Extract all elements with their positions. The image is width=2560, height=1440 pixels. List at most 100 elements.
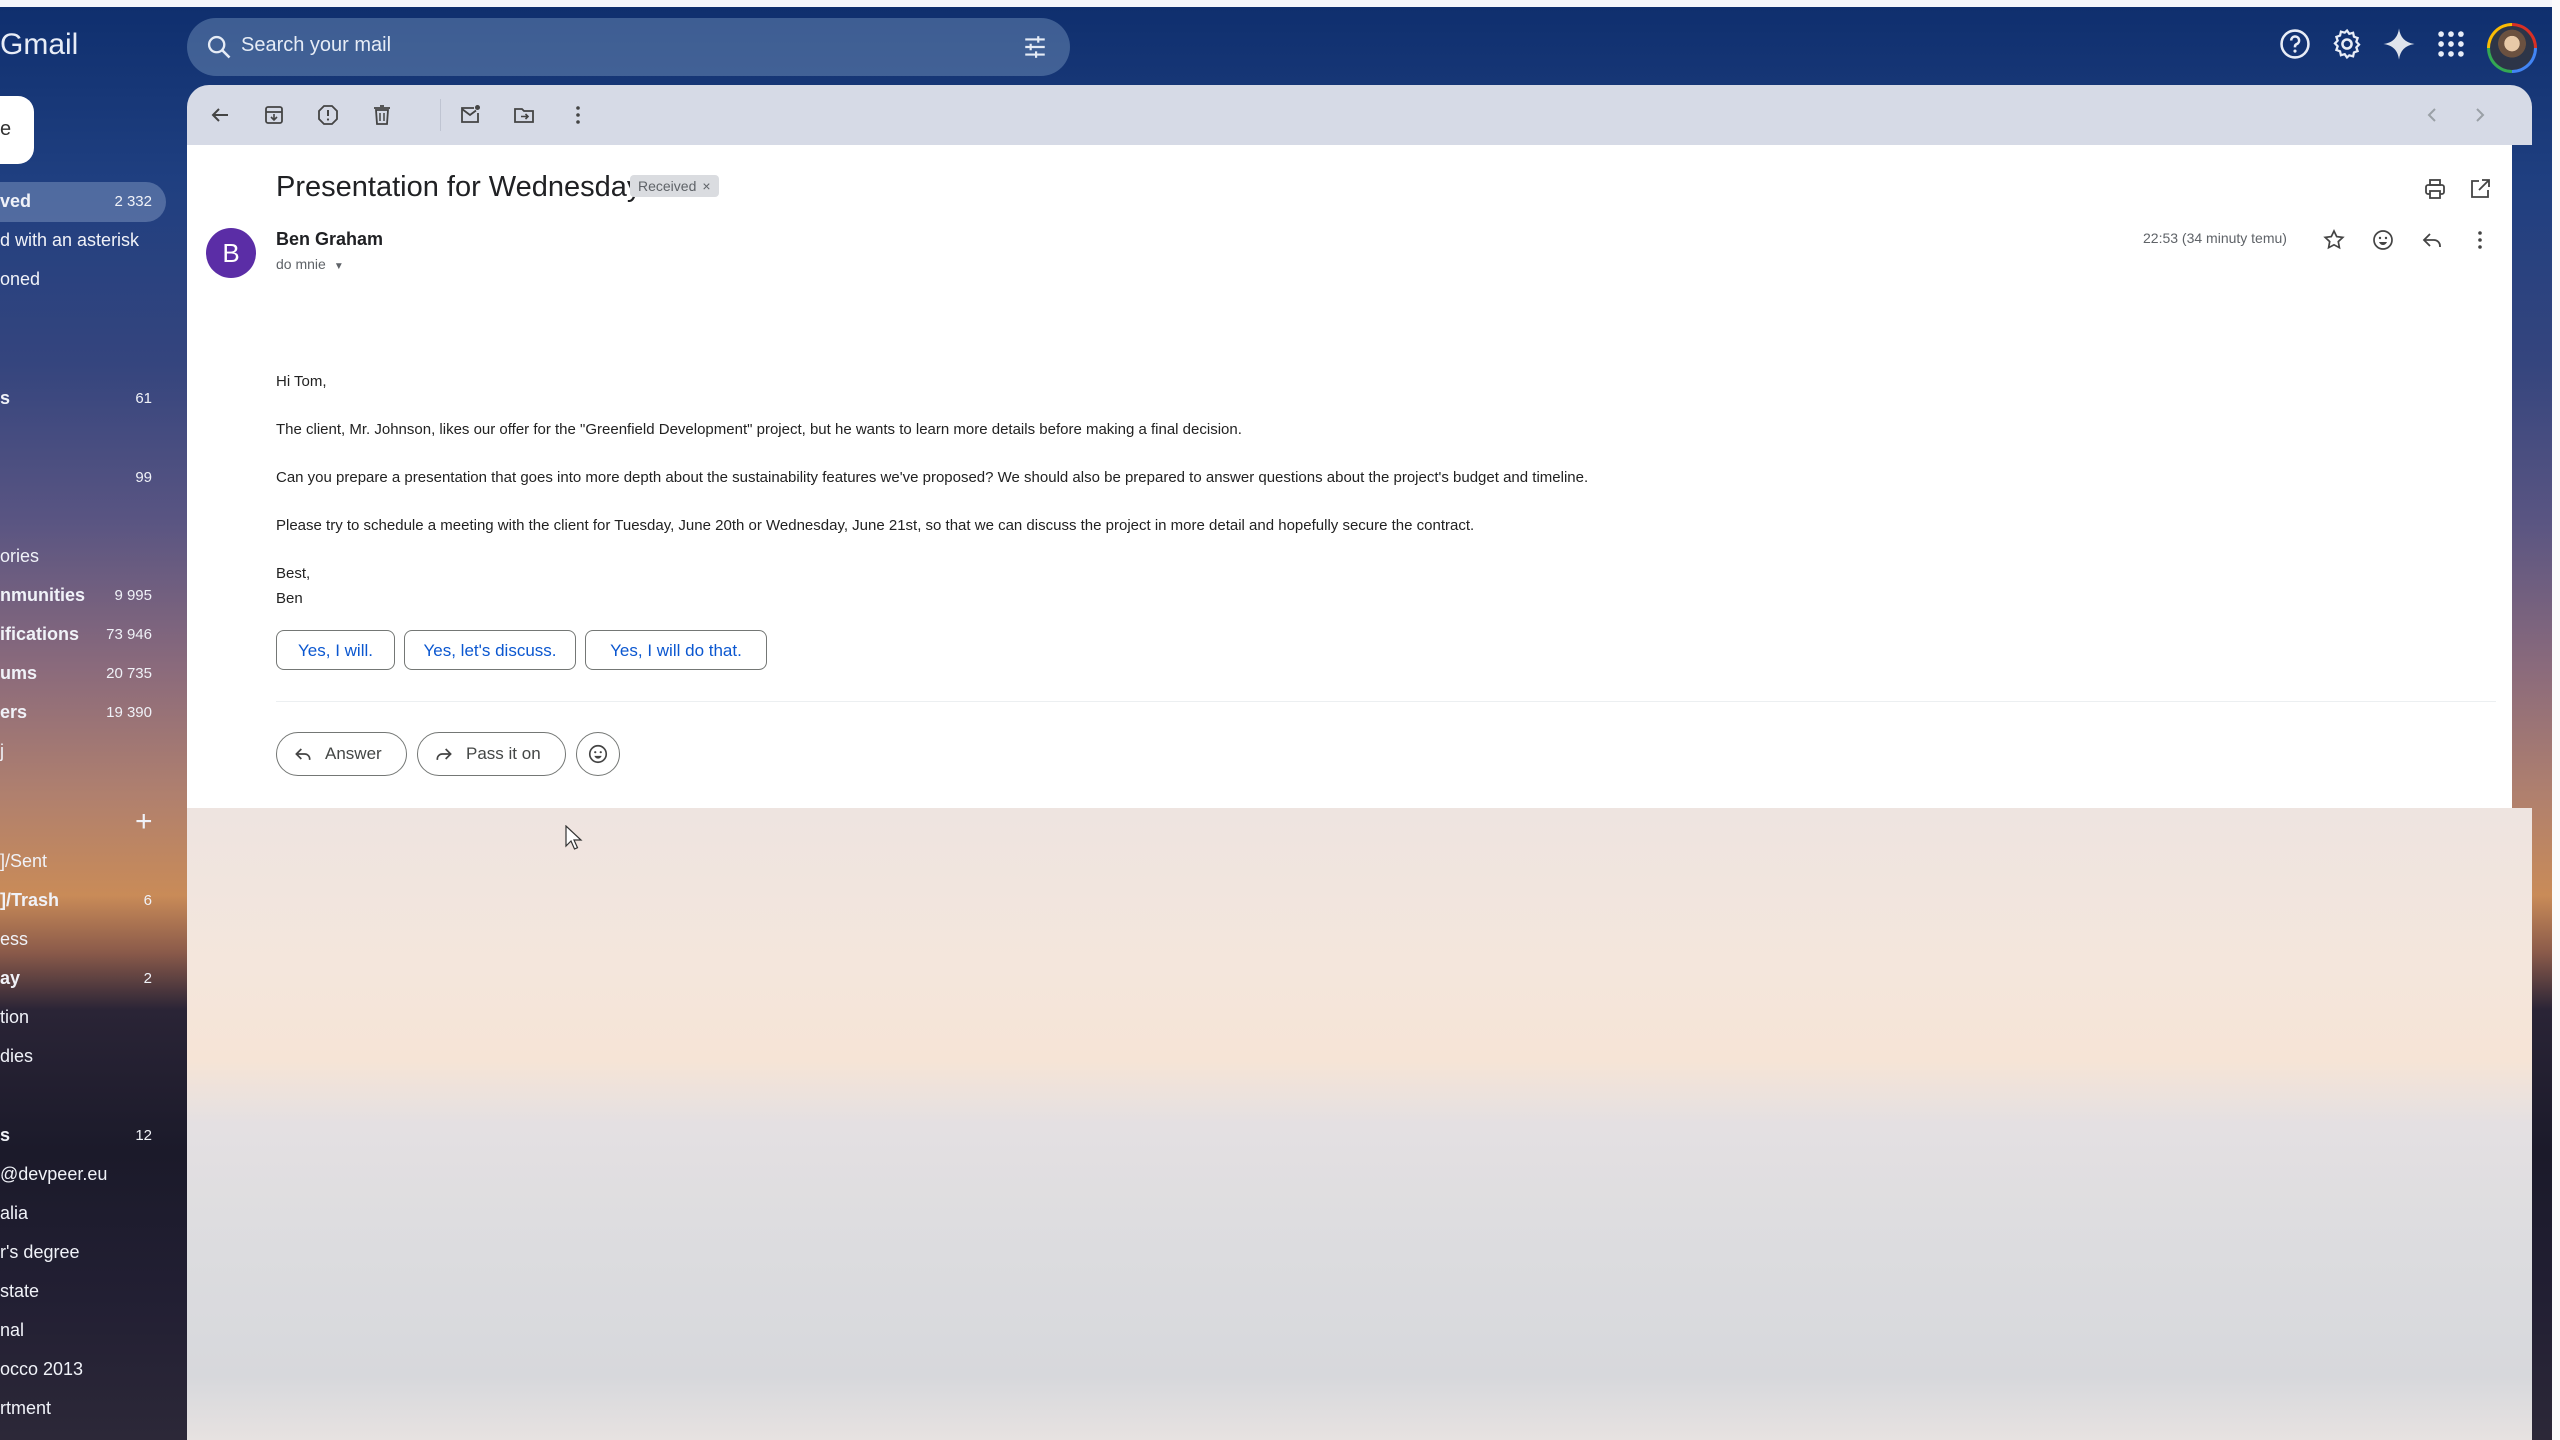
account-avatar[interactable]: [2487, 23, 2537, 73]
sidebar-item-label: ]/Trash: [0, 890, 60, 910]
sidebar-item[interactable]: s 12: [0, 1116, 166, 1156]
sidebar-item[interactable]: dies: [0, 1037, 166, 1077]
sidebar-item[interactable]: j: [0, 732, 166, 772]
sidebar-item-label: r's degree: [0, 1242, 80, 1262]
window-top-edge: [0, 0, 2560, 7]
react-emoji-button[interactable]: [576, 732, 620, 776]
sidebar-item[interactable]: @devpeer.eu: [0, 1155, 166, 1195]
sidebar-item[interactable]: tion: [0, 998, 166, 1038]
sidebar-item-label: ay: [0, 968, 21, 988]
label-chip-received[interactable]: Received ×: [630, 175, 719, 197]
email-signoff: Best,: [276, 565, 311, 582]
sidebar-item[interactable]: ories: [0, 537, 166, 577]
smart-reply-chip[interactable]: Yes, I will do that.: [585, 630, 767, 670]
report-spam-icon[interactable]: [316, 103, 340, 127]
sidebar-item-label: @devpeer.eu: [0, 1164, 108, 1184]
sidebar-item[interactable]: alia: [0, 1194, 166, 1234]
window-right-edge: [2552, 0, 2560, 1440]
print-icon[interactable]: [2423, 177, 2447, 201]
sender-avatar[interactable]: B: [206, 228, 256, 278]
mark-unread-icon[interactable]: [458, 103, 482, 127]
search-options-icon[interactable]: [1022, 34, 1048, 60]
add-reaction-icon[interactable]: [2371, 228, 2395, 252]
search-input[interactable]: Search your mail: [241, 34, 391, 57]
sidebar-item-label: ories: [0, 546, 40, 566]
gmail-logo-text[interactable]: Gmail: [0, 28, 78, 62]
sidebar-item-count: 2: [143, 970, 152, 987]
sidebar-item-label: rtment: [0, 1398, 52, 1418]
sidebar-item-label: s: [0, 388, 11, 408]
divider: [276, 701, 2496, 702]
sidebar-item[interactable]: ers 19 390: [0, 693, 166, 733]
sidebar-item[interactable]: nmunities 9 995: [0, 576, 166, 616]
email-body-line: The client, Mr. Johnson, likes our offer…: [276, 421, 1242, 438]
sidebar-item-count: 2 332: [114, 193, 152, 210]
sidebar-item-label: ]/Sent: [0, 851, 48, 871]
move-to-icon[interactable]: [512, 103, 536, 127]
sidebar-item-label: tion: [0, 1007, 30, 1027]
email-subject: Presentation for Wednesday: [276, 171, 642, 203]
sidebar-item[interactable]: nal: [0, 1311, 166, 1351]
email-body-line: Hi Tom,: [276, 373, 327, 390]
sidebar-item[interactable]: ums 20 735: [0, 654, 166, 694]
archive-icon[interactable]: [262, 103, 286, 127]
sidebar-item[interactable]: ]/Sent: [0, 842, 166, 882]
message-toolbar: [187, 85, 2532, 145]
sidebar-item-count: 12: [135, 1127, 152, 1144]
forward-button[interactable]: Pass it on: [417, 732, 566, 776]
reply-button[interactable]: Answer: [276, 732, 407, 776]
sidebar-item[interactable]: 99: [0, 458, 166, 498]
add-label-icon[interactable]: +: [135, 805, 153, 839]
email-body-line: Please try to schedule a meeting with th…: [276, 517, 1475, 534]
newer-message-icon[interactable]: [2420, 103, 2444, 127]
sidebar-item-label: nal: [0, 1320, 25, 1340]
smart-reply-chip[interactable]: Yes, I will.: [276, 630, 395, 670]
sidebar-item-count: 9 995: [114, 587, 152, 604]
recipient-details[interactable]: do mnie ▼: [276, 256, 344, 272]
open-in-new-window-icon[interactable]: [2468, 177, 2492, 201]
sender-name[interactable]: Ben Graham: [276, 229, 383, 250]
sidebar-item[interactable]: ess: [0, 920, 166, 960]
sidebar-item-count: 19 390: [106, 704, 152, 721]
sidebar-item-count: 99: [135, 469, 152, 486]
reply-icon[interactable]: [2420, 228, 2444, 252]
sidebar-item[interactable]: r's degree: [0, 1233, 166, 1273]
search-icon[interactable]: [205, 33, 233, 61]
sidebar-item-label: ifications: [0, 624, 80, 644]
sidebar-item[interactable]: state: [0, 1272, 166, 1312]
sidebar-item-label: oned: [0, 269, 41, 289]
help-icon[interactable]: [2278, 27, 2312, 61]
sidebar-item[interactable]: occo 2013: [0, 1350, 166, 1390]
sidebar-item[interactable]: ved 2 332: [0, 182, 166, 222]
sidebar-item[interactable]: ]/Trash 6: [0, 881, 166, 921]
sidebar-item[interactable]: ay 2: [0, 959, 166, 999]
sidebar-item-label: d with an asterisk: [0, 230, 140, 250]
message-more-icon[interactable]: [2468, 228, 2492, 252]
compose-button[interactable]: e: [0, 96, 34, 164]
settings-icon[interactable]: [2330, 27, 2364, 61]
sidebar-item-label: ums: [0, 663, 38, 683]
more-options-icon[interactable]: [566, 103, 590, 127]
apps-grid-icon[interactable]: [2434, 27, 2468, 61]
search-bar[interactable]: Search your mail: [187, 18, 1070, 76]
mouse-cursor: [565, 825, 583, 850]
gemini-sparkle-icon[interactable]: [2382, 27, 2416, 61]
sidebar-item-count: 20 735: [106, 665, 152, 682]
smart-reply-chip[interactable]: Yes, let's discuss.: [404, 630, 576, 670]
older-message-icon[interactable]: [2468, 103, 2492, 127]
back-arrow-icon[interactable]: [208, 103, 232, 127]
sidebar-item[interactable]: ifications 73 946: [0, 615, 166, 655]
remove-label-icon[interactable]: ×: [702, 178, 710, 194]
sidebar-item[interactable]: rtment: [0, 1389, 166, 1429]
sidebar-item[interactable]: d with an asterisk: [0, 221, 166, 261]
star-icon[interactable]: [2322, 228, 2346, 252]
sidebar-item-label: dies: [0, 1046, 34, 1066]
panel-background: [187, 808, 2532, 1440]
caret-down-icon[interactable]: ▼: [334, 261, 344, 272]
sidebar-item[interactable]: s 61: [0, 379, 166, 419]
sidebar-item-label: ess: [0, 929, 29, 949]
delete-icon[interactable]: [370, 103, 394, 127]
sidebar-item-label: nmunities: [0, 585, 86, 605]
sidebar-item[interactable]: oned: [0, 260, 166, 300]
email-signature: Ben: [276, 590, 303, 607]
